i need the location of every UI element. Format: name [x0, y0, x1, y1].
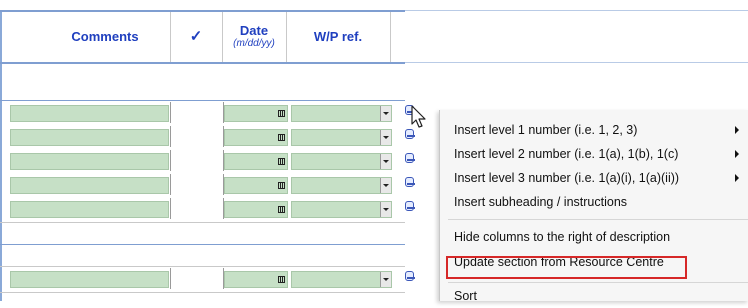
row-divider [0, 222, 405, 223]
date-input[interactable] [224, 129, 288, 146]
header-date: Date (m/dd/yy) [222, 14, 286, 58]
wp-ref-select[interactable] [291, 105, 392, 122]
wp-ref-select[interactable] [291, 271, 392, 288]
comments-input[interactable] [10, 105, 169, 122]
comments-input[interactable] [10, 177, 169, 194]
chevron-down-icon[interactable] [380, 130, 391, 145]
table-row [0, 268, 415, 290]
row-options-icon[interactable] [404, 271, 416, 285]
date-input[interactable] [224, 105, 288, 122]
menu-item-label: Hide columns to the right of description [454, 230, 671, 244]
check-cell[interactable] [170, 174, 224, 195]
menu-item-label: Insert subheading / instructions [454, 195, 628, 209]
row-options-icon[interactable] [404, 153, 416, 167]
menu-item-insert-level-2[interactable]: Insert level 2 number (i.e. 1(a), 1(b), … [440, 142, 748, 166]
chevron-down-icon[interactable] [380, 106, 391, 121]
header-top-border-right [405, 10, 748, 11]
comments-input[interactable] [10, 153, 169, 170]
menu-item-label: Insert level 1 number (i.e. 1, 2, 3) [454, 123, 638, 137]
chevron-right-icon [735, 126, 739, 134]
header-date-label: Date [239, 23, 269, 38]
menu-item-insert-level-3[interactable]: Insert level 3 number (i.e. 1(a)(i), 1(a… [440, 166, 748, 190]
menu-item-insert-level-1[interactable]: Insert level 1 number (i.e. 1, 2, 3) [440, 118, 748, 142]
comments-input[interactable] [10, 271, 169, 288]
table-row [0, 102, 415, 124]
calendar-icon[interactable] [278, 110, 285, 117]
section-divider [0, 244, 405, 245]
date-input[interactable] [224, 271, 288, 288]
wp-ref-select[interactable] [291, 153, 392, 170]
comments-input[interactable] [10, 129, 169, 146]
table-row [0, 150, 415, 172]
chevron-down-icon[interactable] [380, 178, 391, 193]
calendar-icon[interactable] [278, 158, 285, 165]
wp-ref-select[interactable] [291, 129, 392, 146]
header-top-border [0, 10, 405, 12]
header-comments: Comments [71, 28, 139, 44]
header-date-format: (m/dd/yy) [233, 38, 275, 49]
menu-item-sort[interactable]: Sort [440, 284, 748, 308]
header-divider [390, 12, 391, 62]
table-row [0, 198, 415, 220]
menu-item-label: Insert level 2 number (i.e. 1(a), 1(b), … [454, 147, 679, 161]
header-wp-ref: W/P ref. [313, 28, 363, 44]
table-row [0, 174, 415, 196]
menu-item-hide-columns[interactable]: Hide columns to the right of description [440, 225, 748, 249]
menu-separator [448, 219, 748, 220]
chevron-down-icon[interactable] [380, 202, 391, 217]
chevron-down-icon[interactable] [380, 272, 391, 287]
wp-ref-select[interactable] [291, 201, 392, 218]
header-bottom-border [0, 62, 405, 64]
chevron-right-icon [735, 174, 739, 182]
check-cell[interactable] [170, 198, 224, 219]
worksheet: Comments ✓ Date (m/dd/yy) W/P ref. Inser… [0, 0, 748, 303]
check-cell[interactable] [170, 150, 224, 171]
check-cell[interactable] [170, 268, 224, 289]
row-options-icon[interactable] [404, 177, 416, 191]
comments-input[interactable] [10, 201, 169, 218]
menu-separator [448, 282, 748, 283]
date-input[interactable] [224, 177, 288, 194]
context-menu: Insert level 1 number (i.e. 1, 2, 3) Ins… [439, 110, 748, 303]
header-bottom-border-right [405, 62, 748, 63]
date-input[interactable] [224, 201, 288, 218]
row-divider [0, 292, 405, 293]
row-options-icon[interactable] [404, 201, 416, 215]
date-input[interactable] [224, 153, 288, 170]
row-divider [0, 266, 405, 267]
header-divider [170, 12, 171, 62]
chevron-right-icon [735, 150, 739, 158]
section-divider [0, 100, 405, 101]
check-cell[interactable] [170, 126, 224, 147]
chevron-down-icon[interactable] [380, 154, 391, 169]
header-divider [222, 12, 223, 62]
menu-item-insert-subheading[interactable]: Insert subheading / instructions [440, 190, 748, 214]
header-check: ✓ [189, 28, 203, 45]
menu-item-label: Insert level 3 number (i.e. 1(a)(i), 1(a… [454, 171, 680, 185]
row-options-icon[interactable] [404, 129, 416, 143]
wp-ref-select[interactable] [291, 177, 392, 194]
check-cell[interactable] [170, 102, 224, 123]
table-row [0, 126, 415, 148]
calendar-icon[interactable] [278, 206, 285, 213]
calendar-icon[interactable] [278, 276, 285, 283]
header-divider [286, 12, 287, 62]
calendar-icon[interactable] [278, 134, 285, 141]
calendar-icon[interactable] [278, 182, 285, 189]
mouse-pointer-icon [411, 105, 426, 128]
highlight-box [446, 256, 687, 279]
